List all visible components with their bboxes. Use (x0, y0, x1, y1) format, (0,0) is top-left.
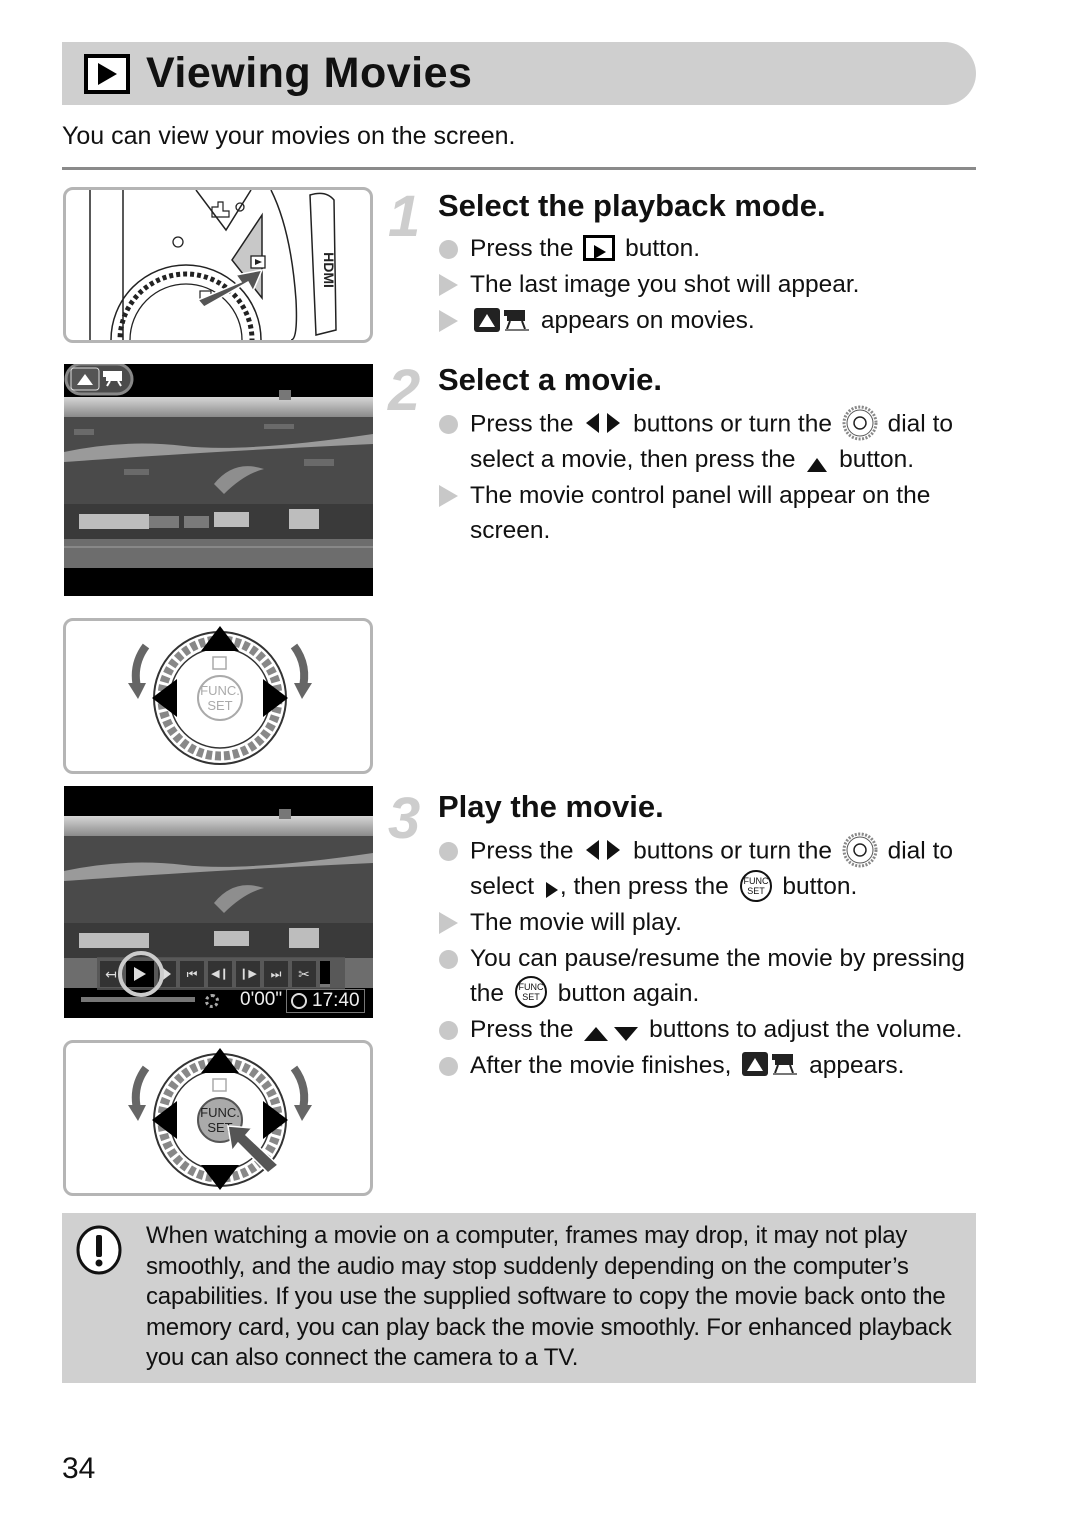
divider (62, 167, 976, 170)
control-dial-icon (842, 405, 878, 441)
action-bullet-icon (439, 1056, 458, 1076)
left-right-arrows-icon (583, 411, 623, 435)
func-label: FUNC. (200, 1105, 240, 1120)
playback-icon (84, 53, 130, 94)
up-arrow-icon (201, 626, 239, 651)
next-frame-control[interactable]: ❙▶ (236, 961, 260, 987)
edit-control[interactable]: ✂ (292, 961, 316, 987)
control-dial-icon (842, 832, 878, 868)
list-item: Press the buttons to adjust the volume. (438, 1013, 978, 1048)
svg-text:SET: SET (747, 886, 765, 896)
step-title-3: Play the movie. (438, 789, 664, 824)
caution-icon (74, 1225, 124, 1275)
list-item: Press the buttons or turn the dial to se… (438, 405, 978, 478)
func-label: FUNC. (200, 683, 240, 698)
action-bullet-icon (439, 842, 458, 861)
clock-time: 17:40 (312, 990, 360, 1011)
play-icon (544, 876, 560, 898)
movie-up-icon (473, 307, 531, 333)
caution-text: When watching a movie on a computer, fra… (146, 1222, 952, 1371)
func-set-icon: FUNC SET (739, 869, 773, 903)
step-title-1: Select the playback mode. (438, 188, 826, 223)
list-item: The movie will play. (438, 906, 978, 941)
result-bullet-icon (439, 912, 458, 935)
movie-indicator-icon (102, 369, 126, 389)
step-number-3: 3 (388, 786, 421, 851)
svg-text:FUNC: FUNC (743, 876, 768, 886)
step-3-bullets: Press the buttons or turn the dial to se… (438, 832, 978, 1085)
up-arrow-icon (805, 450, 829, 472)
step-title-2: Select a movie. (438, 362, 663, 397)
selection-ring (118, 951, 164, 997)
step-number-1: 1 (388, 184, 421, 249)
loading-icon (205, 994, 219, 1008)
result-bullet-icon (439, 485, 458, 507)
step-1-bullets: Press the button. The last image you sho… (438, 232, 978, 340)
first-frame-control[interactable]: ⏮ (180, 961, 204, 987)
control-dial-illustration-left-right: FUNC. SET (63, 618, 373, 774)
step-2-bullets: Press the buttons or turn the dial to se… (438, 405, 978, 550)
caution-box: When watching a movie on a computer, fra… (62, 1213, 976, 1383)
action-bullet-icon (439, 415, 458, 434)
list-item: Press the button. (438, 232, 978, 267)
step-number-2: 2 (388, 358, 421, 423)
previous-frame-control[interactable]: ◀❙ (208, 961, 232, 987)
result-bullet-icon (439, 310, 458, 332)
func-set-icon: FUNC SET (514, 975, 548, 1009)
movie-playback-screen (64, 364, 373, 596)
movie-up-icon (741, 1051, 799, 1077)
svg-text:SET: SET (522, 992, 540, 1002)
list-item: The movie control panel will appear on t… (438, 479, 978, 548)
page-title: Viewing Movies (146, 49, 473, 97)
clock-box: 17:40 (286, 989, 365, 1013)
section-title-bar: Viewing Movies (62, 42, 976, 105)
list-item: You can pause/resume the movie by pressi… (438, 942, 978, 1011)
set-label: SET (207, 698, 232, 713)
elapsed-time: 0'00" (240, 989, 283, 1010)
volume-control[interactable] (320, 961, 330, 987)
list-item: After the movie finishes, appears. (438, 1049, 978, 1084)
camera-playback-button-illustration: HDMI (63, 187, 373, 343)
page-number: 34 (62, 1452, 96, 1485)
last-frame-control[interactable]: ⏭ (264, 961, 288, 987)
control-dial-illustration-func-set: FUNC. SET (63, 1040, 373, 1196)
hdmi-label: HDMI (321, 252, 337, 288)
svg-text:FUNC: FUNC (518, 982, 543, 992)
intro-text: You can view your movies on the screen. (62, 122, 516, 150)
action-bullet-icon (439, 1020, 458, 1040)
list-item: Press the buttons or turn the dial to se… (438, 832, 978, 905)
up-down-arrows-icon (583, 1019, 639, 1042)
clock-icon (291, 993, 307, 1009)
playback-button-icon (583, 234, 616, 261)
movie-control-panel-screen: ↤ ⏮ ◀❙ ❙▶ ⏭ ✂ 0'00" 17:40 (64, 786, 373, 1018)
action-bullet-icon (439, 240, 458, 259)
action-bullet-icon (439, 950, 458, 970)
left-right-arrows-icon (583, 838, 623, 862)
result-bullet-icon (439, 274, 458, 296)
list-item: The last image you shot will appear. (438, 268, 978, 303)
list-item: appears on movies. (438, 304, 978, 339)
